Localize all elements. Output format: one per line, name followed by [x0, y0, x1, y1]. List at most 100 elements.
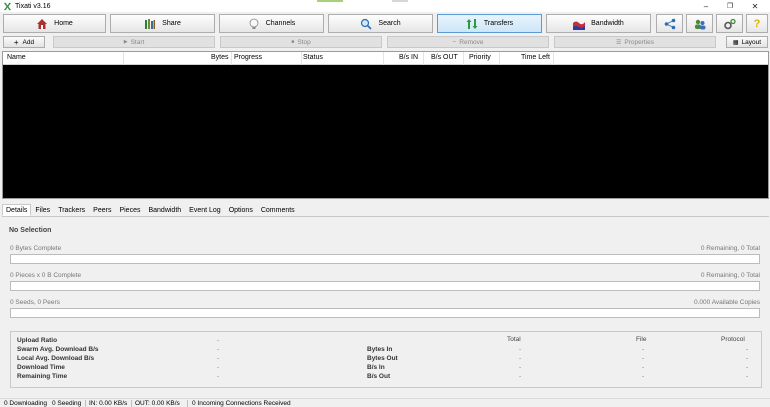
column-separator[interactable] [423, 52, 424, 65]
incoming-connections: 0 Incoming Connections Received [192, 400, 291, 407]
home-label: Home [54, 20, 73, 27]
users-button[interactable] [686, 14, 713, 33]
home-button[interactable]: Home [3, 14, 106, 33]
downloading-count: 0 Downloading [4, 400, 48, 407]
col-bs-in[interactable]: B/s IN [399, 54, 418, 61]
status-separator [131, 400, 132, 407]
col-bytes[interactable]: Bytes [211, 54, 229, 61]
bytes-in-label: Bytes In [367, 346, 393, 353]
column-separator[interactable] [383, 52, 384, 65]
start-button[interactable]: ▶ Start [53, 36, 215, 48]
window-title: Tixati v3.16 [15, 2, 51, 10]
share-label: Share [162, 20, 181, 27]
bytes-progress-bar [10, 254, 760, 264]
tab-peers[interactable]: Peers [89, 204, 115, 216]
transfers-list[interactable]: Name Bytes Progress Status B/s IN B/s OU… [2, 51, 769, 199]
swarm-avg-value: - [217, 346, 220, 353]
bs-in-file: - [642, 364, 645, 371]
minimize-button[interactable]: – [694, 0, 718, 12]
local-avg-value: - [217, 355, 220, 362]
col-time-left[interactable]: Time Left [521, 54, 550, 61]
seeds-peers-label: 0 Seeds, 0 Peers [10, 299, 60, 306]
channels-label: Channels [265, 20, 296, 27]
bytes-out-label: Bytes Out [367, 355, 398, 362]
local-avg-label: Local Avg. Download B/s [17, 355, 95, 362]
column-separator[interactable] [231, 52, 232, 65]
title-accent-2 [392, 0, 408, 2]
tab-trackers[interactable]: Trackers [54, 204, 89, 216]
stop-icon: ■ [291, 39, 295, 45]
start-label: Start [130, 38, 145, 46]
download-time-value: - [217, 364, 220, 371]
col-name[interactable]: Name [7, 54, 26, 61]
status-separator [187, 400, 188, 407]
col-bs-out[interactable]: B/s OUT [431, 54, 458, 61]
help-button[interactable]: ? [746, 14, 768, 33]
tab-comments[interactable]: Comments [257, 204, 299, 216]
play-icon: ▶ [123, 39, 128, 45]
bytes-out-total: - [519, 355, 522, 362]
tab-pieces[interactable]: Pieces [115, 204, 144, 216]
col-progress[interactable]: Progress [234, 54, 262, 61]
network-button[interactable] [656, 14, 683, 33]
search-button[interactable]: Search [328, 14, 433, 33]
books-icon [145, 18, 156, 29]
transfers-button[interactable]: Transfers [437, 14, 542, 33]
gears-icon [723, 18, 736, 29]
bytes-complete-label: 0 Bytes Complete [10, 245, 62, 252]
main-toolbar: Home Share Channels Search Transfers Ban… [0, 13, 770, 34]
stats-box: Upload Ratio Swarm Avg. Download B/s Loc… [10, 331, 762, 388]
swarm-avg-label: Swarm Avg. Download B/s [17, 346, 99, 353]
column-separator[interactable] [463, 52, 464, 65]
title-bar: Tixati v3.16 – ❐ ✕ [0, 0, 770, 12]
remaining-time-label: Remaining Time [17, 373, 68, 380]
column-separator[interactable] [499, 52, 500, 65]
properties-button[interactable]: ☰ Properties [554, 36, 716, 48]
bytes-in-file: - [642, 346, 645, 353]
availability-bar [10, 308, 760, 318]
layout-button[interactable]: ▦ Layout [726, 36, 768, 48]
col-status[interactable]: Status [303, 54, 323, 61]
column-separator[interactable] [553, 52, 554, 65]
channels-button[interactable]: Channels [219, 14, 324, 33]
remove-button[interactable]: − Remove [387, 36, 549, 48]
bs-out-protocol: - [746, 373, 749, 380]
col-priority[interactable]: Priority [469, 54, 491, 61]
status-separator [85, 400, 86, 407]
details-panel: No Selection 0 Bytes Complete 0 Remainin… [2, 216, 769, 398]
column-separator[interactable] [123, 52, 124, 65]
network-share-icon [664, 18, 675, 29]
settings-button[interactable] [716, 14, 743, 33]
bandwidth-button[interactable]: Bandwidth [546, 14, 651, 33]
download-time-label: Download Time [17, 364, 65, 371]
title-accent [317, 0, 343, 2]
column-separator[interactable] [301, 52, 302, 65]
maximize-button[interactable]: ❐ [718, 0, 742, 12]
share-button[interactable]: Share [110, 14, 215, 33]
layout-label: Layout [741, 38, 762, 46]
col-header-file: File [636, 336, 647, 343]
tab-files[interactable]: Files [31, 204, 54, 216]
users-icon [694, 19, 705, 29]
tab-details[interactable]: Details [2, 204, 32, 216]
search-icon [361, 18, 372, 30]
add-button[interactable]: + Add [3, 36, 45, 48]
pieces-remaining-label: 0 Remaining, 0 Total [700, 272, 760, 279]
bytes-out-file: - [642, 355, 645, 362]
transfer-arrows-icon [466, 18, 478, 29]
bs-in-label: B/s In [367, 364, 385, 371]
pieces-progress-bar [10, 281, 760, 291]
tab-event-log[interactable]: Event Log [185, 204, 225, 216]
close-button[interactable]: ✕ [743, 0, 767, 12]
stop-button[interactable]: ■ Stop [220, 36, 382, 48]
layout-icon: ▦ [732, 39, 739, 46]
bytes-remaining-label: 0 Remaining, 0 Total [700, 245, 760, 252]
help-icon: ? [753, 17, 761, 30]
upload-ratio-value: - [217, 337, 220, 344]
tab-options[interactable]: Options [225, 204, 257, 216]
bs-in-protocol: - [746, 364, 749, 371]
transfers-header: Name Bytes Progress Status B/s IN B/s OU… [3, 52, 768, 65]
add-label: Add [22, 38, 35, 46]
bs-out-file: - [642, 373, 645, 380]
tab-bandwidth[interactable]: Bandwidth [144, 204, 185, 216]
